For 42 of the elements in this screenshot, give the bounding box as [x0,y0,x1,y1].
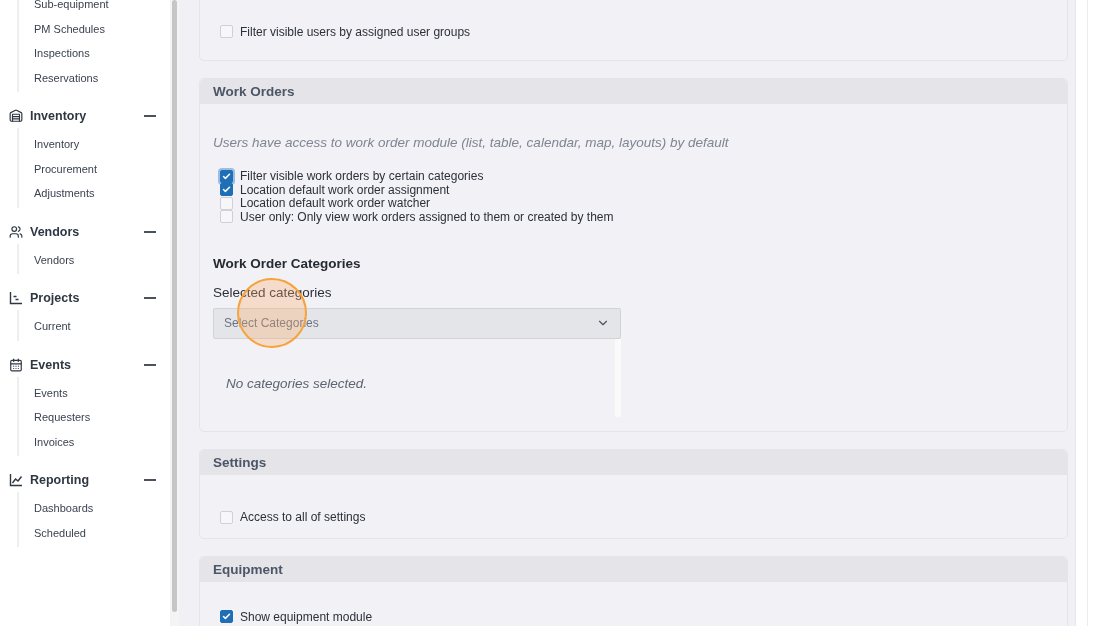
sidebar-item[interactable]: Inventory [34,132,170,157]
sidebar-item[interactable]: Adjustments [34,181,170,206]
sidebar-item[interactable]: PM Schedules [34,16,170,41]
empty-message: No categories selected. [226,376,368,391]
sidebar-item[interactable]: Scheduled [34,520,170,545]
checkbox-label: Location default work order watcher [240,196,431,211]
checkbox-label: Access to all of settings [240,510,366,525]
line-chart-icon [9,473,23,487]
sidebar-item[interactable]: Invoices [34,429,170,454]
sidebar-item[interactable]: Current [34,314,170,339]
sidebar-group-title: Projects [30,291,81,305]
sidebar-item[interactable]: Inspections [34,41,170,66]
scrollbar[interactable] [170,0,179,626]
warehouse-icon [9,109,23,123]
sidebar-item[interactable]: Dashboards [34,496,170,521]
collapse-icon[interactable] [144,363,156,366]
sidebar-item[interactable]: Procurement [34,156,170,181]
checkbox[interactable] [220,183,233,197]
checkbox[interactable] [220,610,233,624]
sidebar-item[interactable]: Sub-equipment [34,0,170,17]
collapse-icon[interactable] [144,230,156,233]
sidebar-group-title: Vendors [30,224,81,239]
card-title: Equipment [200,557,1067,582]
people-icon [9,224,23,239]
chart-icon [9,291,23,305]
sidebar-group-title: Inventory [30,109,88,123]
checkbox-label: Location default work order assignment [240,182,450,197]
checkbox-label: Filter visible work orders by certain categories [240,169,484,184]
checkbox-label: Filter visible users by assigned user groups [240,24,471,39]
sidebar-item[interactable]: Vendors [34,247,170,272]
checkbox-label: User only: Only view work orders assigned to them or created by them [240,209,614,224]
sidebar-group-title: Reporting [30,473,91,487]
card-title: Settings [200,449,1067,475]
calendar-icon [9,357,23,372]
note-text: Users have access to work order module (list, table, calendar, map, layouts) by default [213,134,730,150]
sidebar-group-title: Events [30,357,72,372]
subsection-title: Work Order Categories [213,255,362,271]
sidebar-item[interactable]: Requesters [34,405,170,430]
sidebar-item[interactable]: Events [34,380,170,405]
checkbox-label: Show equipment module [240,609,373,624]
card-title: Work Orders [200,78,1067,104]
sidebar-item[interactable]: Reservations [34,65,170,90]
